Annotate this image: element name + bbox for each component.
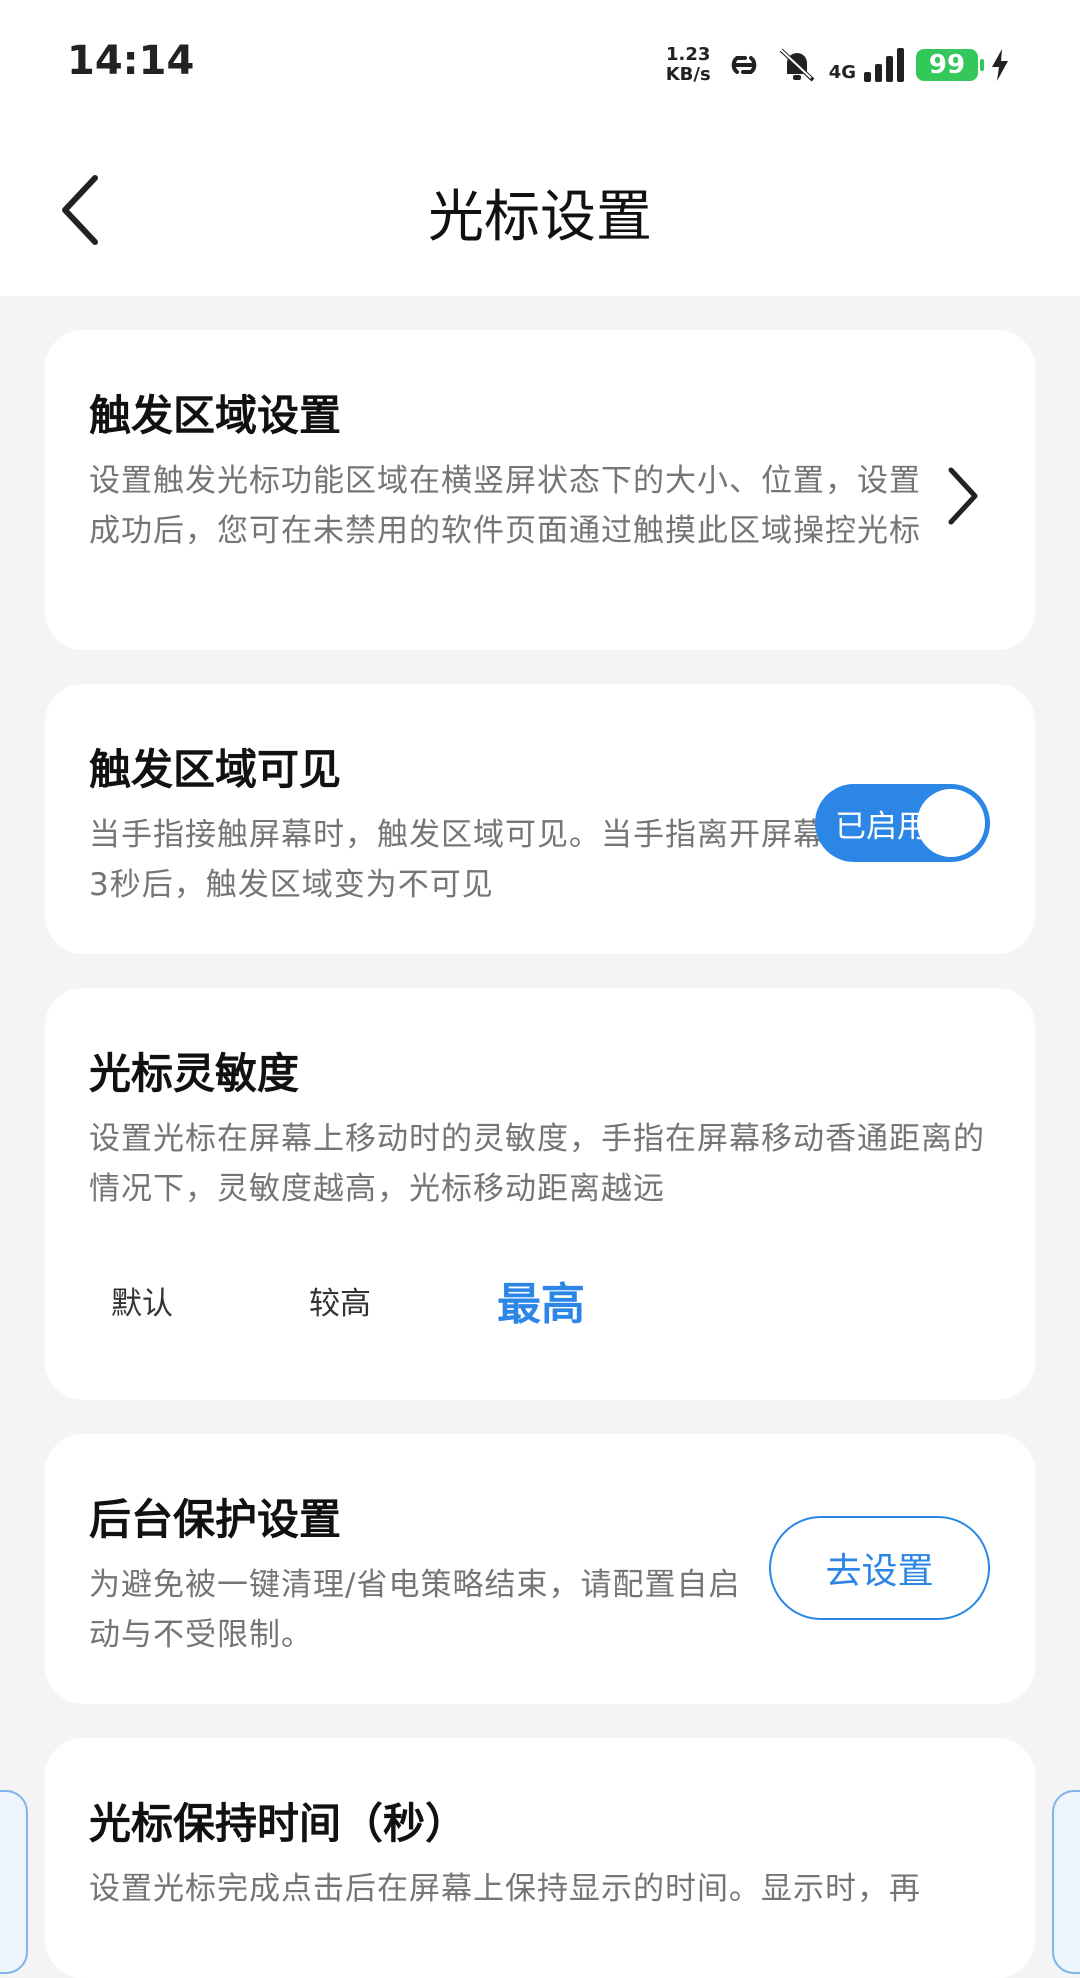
sensitivity-option-default[interactable]: 默认: [111, 1278, 309, 1323]
net-speed-unit: KB/s: [665, 64, 711, 85]
link-icon: [731, 56, 756, 74]
trigger-visible-toggle[interactable]: 已启用: [815, 784, 990, 862]
sensitivity-option-high[interactable]: 较高: [309, 1278, 497, 1323]
charging-icon: [992, 49, 1008, 81]
trigger-area-desc: 设置触发光标功能区域在横竖屏状态下的大小、位置，设置成功后，您可在未禁用的软件页…: [89, 463, 921, 549]
background-protection-card: 后台保护设置 为避免被一键清理/省电策略结束，请配置自启动与不受限制。 去设置: [45, 1434, 1035, 1704]
hold-time-title: 光标保持时间（秒）: [89, 1799, 468, 1848]
toggle-label: 已启用: [835, 808, 928, 845]
sensitivity-title: 光标灵敏度: [89, 1049, 300, 1098]
sensitivity-desc: 设置光标在屏幕上移动时的灵敏度，手指在屏幕移动香通距离的情况下，灵敏度越高，光标…: [89, 1121, 985, 1207]
chevron-right-icon[interactable]: [943, 464, 983, 528]
trigger-area-card[interactable]: 触发区域设置 设置触发光标功能区域在横竖屏状态下的大小、位置，设置成功后，您可在…: [45, 330, 1035, 650]
status-time: 14:14: [67, 38, 195, 84]
toggle-knob: [917, 789, 985, 857]
page-title: 光标设置: [428, 185, 652, 250]
sensitivity-option-highest[interactable]: 最高: [497, 1268, 585, 1332]
background-protection-title: 后台保护设置: [89, 1495, 342, 1544]
edge-trigger-right: [1052, 1790, 1080, 1974]
hold-time-desc: 设置光标完成点击后在屏幕上保持显示的时间。显示时，再: [89, 1871, 921, 1907]
trigger-area-title: 触发区域设置: [89, 391, 342, 440]
background-protection-desc: 为避免被一键清理/省电策略结束，请配置自启动与不受限制。: [89, 1567, 741, 1653]
signal-icon: 4G: [829, 48, 904, 82]
sensitivity-card: 光标灵敏度 设置光标在屏幕上移动时的灵敏度，手指在屏幕移动香通距离的情况下，灵敏…: [45, 988, 1035, 1400]
battery-level: 99: [928, 50, 966, 80]
net-speed: 1.23 KB/s: [666, 45, 711, 85]
trigger-visible-desc: 当手指接触屏幕时，触发区域可见。当手指离开屏幕3秒后，触发区域变为不可见: [89, 817, 825, 903]
battery-icon: 99: [916, 49, 984, 81]
sensitivity-options: 默认 较高 最高: [111, 1268, 585, 1332]
top-bar: 14:14 1.23 KB/s 4G 99 光标设置: [0, 0, 1080, 296]
status-icons: 1.23 KB/s 4G 99: [666, 40, 1010, 90]
net-speed-value: 1.23: [665, 44, 711, 65]
hold-time-card: 光标保持时间（秒） 设置光标完成点击后在屏幕上保持显示的时间。显示时，再: [45, 1738, 1035, 1978]
bell-muted-icon: [778, 47, 815, 82]
go-settings-button[interactable]: 去设置: [769, 1516, 990, 1620]
edge-trigger-left: [0, 1790, 28, 1974]
trigger-visible-card: 触发区域可见 当手指接触屏幕时，触发区域可见。当手指离开屏幕3秒后，触发区域变为…: [45, 684, 1035, 954]
network-type: 4G: [828, 62, 856, 83]
trigger-visible-title: 触发区域可见: [89, 745, 342, 794]
